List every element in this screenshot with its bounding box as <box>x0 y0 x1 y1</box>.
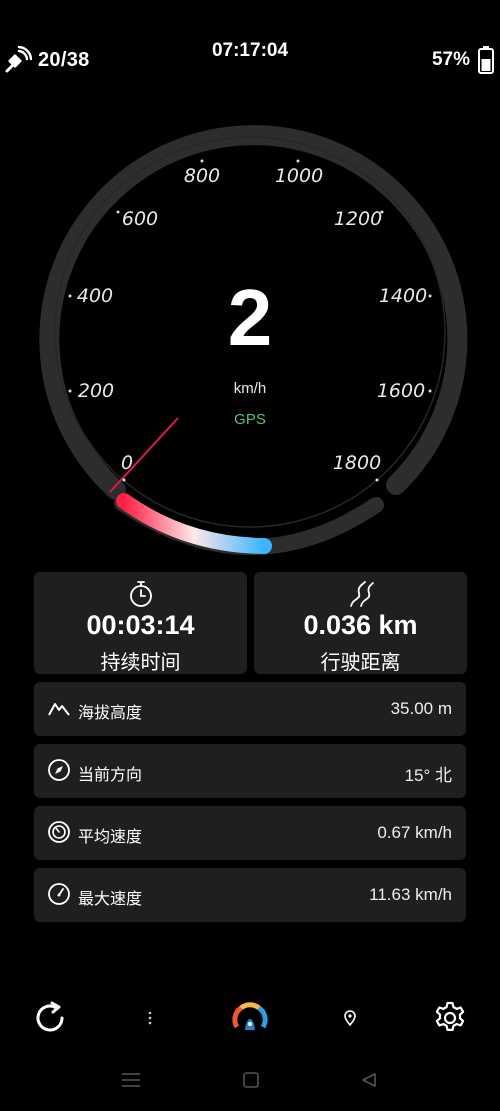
tick-dot <box>296 159 300 163</box>
max-speed-row: 最大速度 11.63 km/h <box>34 868 466 922</box>
average-speed-row: 平均速度 0.67 km/h <box>34 806 466 860</box>
max-speed-icon <box>48 883 70 905</box>
back-triangle-icon <box>362 1073 376 1087</box>
speed-source: GPS <box>234 411 266 428</box>
bottom-toolbar <box>0 990 500 1046</box>
settings-button[interactable] <box>430 990 470 1046</box>
speedometer-icon <box>232 1002 268 1030</box>
mountain-icon <box>48 703 70 716</box>
reset-button[interactable] <box>28 990 72 1046</box>
heading-value: 15° 北 <box>404 766 452 785</box>
distance-card: 0.036 km 行驶距离 <box>254 572 467 674</box>
tick-label-600: 600 <box>121 208 159 230</box>
tick-dot <box>122 478 126 482</box>
altitude-value: 35.00 m <box>390 699 452 718</box>
location-tab[interactable] <box>338 990 362 1046</box>
road-icon <box>349 581 374 607</box>
tick-label-1200: 1200 <box>333 208 383 230</box>
distance-label: 行驶距离 <box>320 652 401 674</box>
tick-label-1800: 1800 <box>332 452 382 474</box>
average-speed-icon <box>48 821 70 843</box>
menu-icon <box>122 1073 140 1087</box>
gear-icon <box>435 1001 465 1031</box>
altitude-label: 海拔高度 <box>78 705 143 722</box>
tick-dot <box>116 210 120 214</box>
back-button[interactable] <box>356 1062 382 1098</box>
battery-level: 57% <box>431 49 470 70</box>
tick-label-1000: 1000 <box>274 165 324 187</box>
clock: 07:17:04 <box>211 40 289 61</box>
home-button[interactable] <box>238 1062 264 1098</box>
distance-value: 0.036 km <box>303 610 418 640</box>
refresh-icon <box>36 1001 64 1032</box>
system-navigation-bar <box>0 1062 500 1098</box>
location-pin-icon <box>344 1010 356 1026</box>
max-speed-value: 11.63 km/h <box>369 885 452 904</box>
status-bar: 20/38 07:17:04 57% <box>0 0 500 120</box>
altitude-row: 海拔高度 35.00 m <box>34 682 466 736</box>
duration-label: 持续时间 <box>100 652 181 674</box>
recents-button[interactable] <box>118 1062 144 1098</box>
stopwatch-icon <box>129 581 152 607</box>
speedometer: 0 200 400 600 800 1000 1200 1400 1600 18… <box>0 120 500 570</box>
duration-card: 00:03:14 持续时间 <box>34 572 247 674</box>
tick-dot <box>200 159 204 163</box>
battery-status: 57% <box>432 46 494 74</box>
home-square-icon <box>243 1072 259 1088</box>
max-speed-label: 最大速度 <box>78 891 143 908</box>
compass-icon <box>48 759 70 781</box>
gauge-progress <box>116 493 272 554</box>
average-speed-label: 平均速度 <box>78 829 143 846</box>
more-vertical-icon <box>148 1011 152 1025</box>
tick-dot <box>375 478 379 482</box>
more-options-button[interactable] <box>138 990 162 1046</box>
battery-icon <box>478 46 494 74</box>
heading-row: 当前方向 15° 北 <box>34 744 466 798</box>
speed-unit: km/h <box>233 380 267 397</box>
speedometer-tab[interactable] <box>230 990 270 1046</box>
current-speed: 2 <box>227 273 273 362</box>
average-speed-value: 0.67 km/h <box>377 823 452 842</box>
duration-value: 00:03:14 <box>86 610 195 640</box>
tick-label-0: 0 <box>120 452 134 474</box>
heading-label: 当前方向 <box>78 767 143 784</box>
tick-label-800: 800 <box>183 165 221 187</box>
